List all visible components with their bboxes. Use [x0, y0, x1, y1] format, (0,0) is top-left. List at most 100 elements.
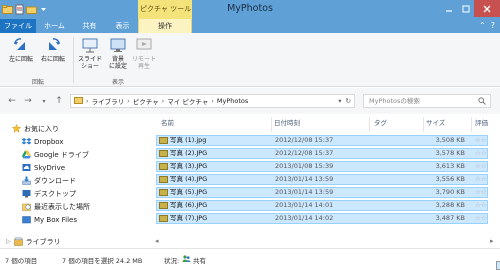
cloud-icon [22, 163, 31, 172]
close-button[interactable] [474, 0, 500, 17]
file-date: 2012/12/08 15:37 [275, 136, 334, 144]
rating-stars-icon[interactable]: ☆☆ [475, 188, 487, 196]
column-divider[interactable] [271, 117, 272, 132]
nav-item-desktop[interactable]: デスクトップ [22, 188, 76, 199]
recent-locations-button[interactable]: ▾ [38, 95, 50, 107]
view-group-label: 表示 [111, 79, 124, 86]
star-icon [11, 123, 22, 133]
forward-button[interactable]: → [22, 95, 34, 107]
breadcrumb-separator: › [127, 97, 130, 105]
nav-favorites[interactable]: お気に入り [11, 123, 59, 134]
nav-item-google-drive[interactable]: Google ドライブ [22, 149, 89, 160]
navigation-pane: お気に入り Dropbox Google ドライブ SkyDrive ダウンロー… [0, 114, 152, 248]
file-name: 写真 (1).jpg [170, 136, 207, 144]
file-name: 写真 (4).JPG [170, 175, 208, 183]
scroll-left-arrow-icon[interactable]: ◂ [155, 237, 164, 246]
breadcrumb-separator: › [211, 97, 214, 105]
nav-libraries-label: ライブラリ [25, 237, 61, 246]
tab-view[interactable]: 表示 [106, 19, 139, 33]
slideshow-button[interactable]: スライド ショー [75, 36, 105, 70]
expand-icon[interactable]: ▷ [6, 238, 11, 245]
tab-manage[interactable]: 操作 [138, 19, 192, 33]
jpeg-file-icon [159, 215, 168, 222]
file-row[interactable]: 写真 (4).JPG 2013/01/14 13:59 3,556 KB ☆☆ [156, 174, 488, 185]
maximize-button[interactable] [457, 0, 474, 17]
search-box[interactable]: MyPhotosの検索 [363, 94, 491, 108]
nav-item-label: ダウンロード [34, 176, 76, 185]
column-divider[interactable] [471, 117, 472, 132]
file-row[interactable]: 写真 (6).JPG 2013/01/14 14:01 3,288 KB ☆☆ [156, 200, 488, 211]
up-button[interactable]: ↑ [53, 95, 65, 107]
nav-item-recent-places[interactable]: 最近表示した場所 [22, 201, 90, 212]
nav-favorites-label: お気に入り [24, 124, 59, 133]
nav-item-dropbox[interactable]: Dropbox [21, 136, 64, 147]
google-drive-icon [22, 150, 31, 159]
file-row[interactable]: 写真 (5).JPG 2013/01/14 13:59 3,790 KB ☆☆ [156, 187, 488, 198]
file-name: 写真 (5).JPG [170, 188, 208, 196]
nav-item-skydrive[interactable]: SkyDrive [22, 162, 65, 173]
rating-stars-icon[interactable]: ☆☆ [475, 149, 487, 157]
breadcrumb-myphotos[interactable]: MyPhotos [217, 97, 248, 105]
breadcrumb-pictures[interactable]: ピクチャ [133, 96, 159, 106]
scroll-right-arrow-icon[interactable]: ▸ [490, 237, 499, 246]
share-state-label: 状況: [164, 257, 180, 265]
rating-stars-icon[interactable]: ☆☆ [475, 214, 487, 222]
file-size: 3,613 KB [435, 162, 465, 170]
share-state-value: 共有 [193, 257, 206, 265]
nav-item-my-box-files[interactable]: My Box Files [22, 214, 77, 225]
title-bar: ピクチャ ツール MyPhotos [0, 0, 500, 19]
jpeg-file-icon [159, 189, 168, 196]
slideshow-label: スライド ショー [77, 56, 102, 70]
file-row[interactable]: 写真 (3).JPG 2013/01/08 15:39 3,613 KB ☆☆ [156, 161, 488, 172]
file-date: 2013/01/14 13:59 [275, 188, 334, 196]
column-divider[interactable] [369, 117, 370, 132]
nav-item-downloads[interactable]: ダウンロード [22, 175, 76, 186]
refresh-icon[interactable]: ↻ [346, 97, 351, 105]
column-header-name[interactable]: 名前 [161, 117, 174, 130]
ribbon-collapse-icon[interactable]: ⌃ [479, 21, 486, 30]
rating-stars-icon[interactable]: ☆☆ [475, 162, 487, 170]
minimize-button[interactable] [440, 0, 457, 17]
column-header-tag[interactable]: タグ [374, 117, 387, 130]
rotate-left-icon [14, 38, 25, 50]
jpeg-file-icon [159, 202, 168, 209]
breadcrumb-libraries[interactable]: ライブラリ [92, 96, 125, 106]
file-row[interactable]: 写真 (2).JPG 2012/12/08 15:37 3,578 KB ☆☆ [156, 148, 488, 159]
rotate-right-button[interactable]: 右に回転 [38, 36, 68, 63]
remote-play-button[interactable]: リモート 再生 [129, 36, 159, 70]
remote-play-label: リモート 再生 [131, 56, 156, 70]
large-icons-view-icon[interactable] [496, 261, 500, 270]
file-name: 写真 (6).JPG [170, 201, 208, 209]
address-bar-actions: ▾ ↻ [338, 95, 351, 107]
slideshow-icon [82, 38, 98, 53]
file-list-pane: 名前 日付時刻 タグ サイズ 評価 写真 (1).jpg 2012/12/08 … [153, 114, 500, 248]
file-row[interactable]: 写真 (1).jpg 2012/12/08 15:37 3,508 KB ☆☆ [156, 135, 488, 146]
rotate-right-icon [49, 38, 60, 50]
column-header-rating[interactable]: 評価 [475, 117, 488, 130]
column-divider[interactable] [423, 117, 424, 132]
rotate-right-label: 右に回転 [40, 56, 65, 63]
column-header-date[interactable]: 日付時刻 [274, 117, 300, 130]
file-date: 2013/01/08 15:39 [275, 162, 334, 170]
nav-item-label: Google ドライブ [34, 150, 89, 159]
tab-share[interactable]: 共有 [73, 19, 106, 33]
jpeg-file-icon [159, 137, 168, 144]
file-row[interactable]: 写真 (7).JPG 2013/01/14 14:02 3,487 KB ☆☆ [156, 213, 488, 224]
rating-stars-icon[interactable]: ☆☆ [475, 201, 487, 209]
folder-icon [74, 96, 83, 106]
nav-item-label: Dropbox [34, 137, 64, 146]
tab-home[interactable]: ホーム [36, 19, 73, 33]
rating-stars-icon[interactable]: ☆☆ [475, 136, 487, 144]
rotate-left-button[interactable]: 左に回転 [6, 36, 36, 63]
nav-item-label: SkyDrive [34, 163, 66, 172]
tab-file[interactable]: ファイル [0, 19, 36, 33]
column-header-size[interactable]: サイズ [426, 117, 445, 130]
nav-libraries[interactable]: ▷ ライブラリ [6, 236, 61, 247]
help-icon[interactable]: ? [491, 21, 495, 30]
address-bar[interactable]: › ライブラリ › ピクチャ › マイ ピクチャ › MyPhotos ▾ ↻ [70, 94, 355, 108]
breadcrumb-my-pictures[interactable]: マイ ピクチャ [167, 96, 208, 106]
back-button[interactable]: ← [6, 95, 18, 107]
ribbon-tabs-right: ⌃ ? [479, 21, 495, 30]
address-dropdown-icon[interactable]: ▾ [338, 97, 341, 105]
rating-stars-icon[interactable]: ☆☆ [475, 175, 487, 183]
